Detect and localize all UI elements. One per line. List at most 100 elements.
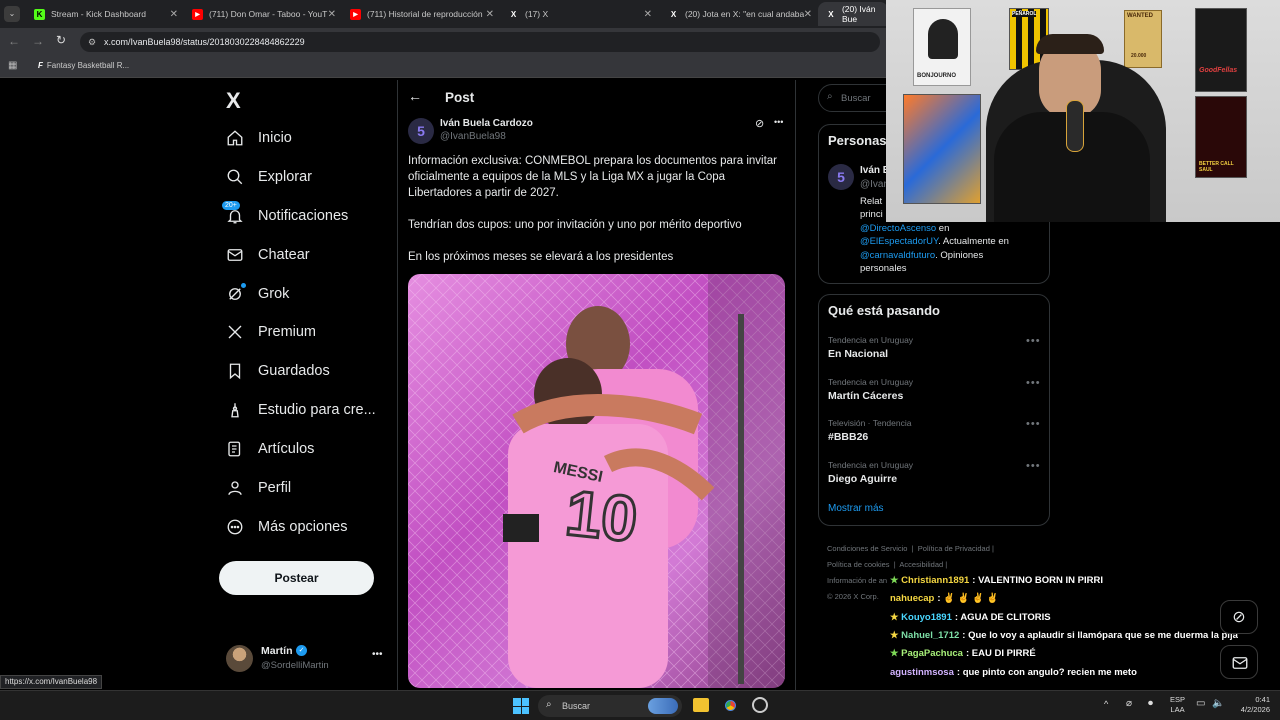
grok-explain-icon[interactable]: ⊘ <box>755 117 764 130</box>
close-icon[interactable]: ✕ <box>644 9 652 20</box>
lang-indicator[interactable]: ESP LAA <box>1170 695 1185 715</box>
tray-mic-icon[interactable]: ⏺ <box>1148 698 1153 709</box>
footer-link[interactable]: Accesibilidad <box>899 560 943 569</box>
footer-link[interactable]: Política de Privacidad <box>918 544 990 553</box>
tab-x-jota[interactable]: X (20) Jota en X: "en cual andaba ✕ <box>660 2 818 26</box>
tab-youtube-taboo[interactable]: ▶ (711) Don Omar - Taboo - YouT ✕ <box>184 2 342 26</box>
grok-float-button[interactable]: ⊘ <box>1220 600 1258 634</box>
chat-username: Christiann1891 <box>901 575 970 586</box>
bio-link[interactable]: @ElEspectadorUY <box>860 236 938 247</box>
article-icon <box>224 438 246 460</box>
postear-button[interactable]: Postear <box>219 561 374 595</box>
search-icon: ⌕ <box>546 699 552 710</box>
tray-network-icon[interactable]: ⌀ <box>1126 698 1132 709</box>
chat-text: ✌ ✌ ✌ ✌ <box>943 593 999 604</box>
relevant-handle[interactable]: @Ivan <box>860 179 889 190</box>
relevant-avatar[interactable]: 5 <box>828 164 854 190</box>
footer-link[interactable]: Política de cookies <box>827 560 890 569</box>
bio-line: @DirectoAscenso en <box>860 222 1045 235</box>
mail-icon <box>1232 657 1248 669</box>
file-explorer-icon[interactable] <box>693 698 709 712</box>
bookmark-fantasy[interactable]: F Fantasy Basketball R... <box>38 61 129 70</box>
footer-link[interactable]: Condiciones de Servicio <box>827 544 907 553</box>
forward-icon[interactable]: → <box>32 34 44 48</box>
reload-icon[interactable]: ↻ <box>56 33 66 47</box>
tray-volume-icon[interactable]: 🔈 <box>1212 698 1224 709</box>
bio-link[interactable]: @carnavaldfuturo <box>860 250 935 261</box>
close-icon[interactable]: ✕ <box>170 9 178 20</box>
poster-gta <box>903 94 981 204</box>
back-arrow-icon[interactable]: ← <box>408 88 422 104</box>
nav-guardados[interactable]: Guardados <box>224 357 330 385</box>
author-avatar[interactable]: 5 <box>408 118 434 144</box>
more-dots-icon[interactable]: ••• <box>1026 460 1041 472</box>
tab-search-dropdown[interactable]: ⌄ <box>4 6 20 22</box>
close-icon[interactable]: ✕ <box>486 9 494 20</box>
tray-chevron-icon[interactable]: ^ <box>1104 699 1108 709</box>
close-icon[interactable]: ✕ <box>328 9 336 20</box>
back-icon[interactable]: ← <box>8 34 20 48</box>
x-logo-icon[interactable]: X <box>226 88 241 114</box>
nav-perfil[interactable]: Perfil <box>224 474 291 502</box>
bio-link[interactable]: @DirectoAscenso <box>860 223 936 234</box>
messages-float-button[interactable] <box>1220 645 1258 679</box>
bio-line: personales <box>860 263 907 275</box>
nav-mas-opciones[interactable]: Más opciones <box>224 513 347 541</box>
more-dots-icon[interactable]: ••• <box>1026 418 1041 430</box>
account-switcher[interactable]: Martín ✓ @SordelliMartin ••• <box>226 643 386 675</box>
clock-date: 4/2/2026 <box>1240 705 1270 714</box>
youtube-icon: ▶ <box>192 8 203 20</box>
more-dots-icon[interactable]: ••• <box>774 117 783 127</box>
tab-kick-dashboard[interactable]: K Stream - Kick Dashboard ✕ <box>26 2 184 26</box>
search-highlight-image <box>648 698 678 714</box>
lang-layout: LAA <box>1170 705 1185 714</box>
chat-text: Que lo voy a aplaudir si llamópara que s… <box>968 630 1238 641</box>
nav-premium[interactable]: Premium <box>224 318 316 346</box>
nav-articulos[interactable]: Artículos <box>224 435 314 463</box>
clock[interactable]: 0:41 4/2/2026 <box>1232 695 1270 715</box>
more-dots-icon[interactable]: ••• <box>1026 335 1041 347</box>
poster-bonjourno: BONJOURNO <box>913 8 971 86</box>
clock-time: 0:41 <box>1255 695 1270 704</box>
tab-youtube-history[interactable]: ▶ (711) Historial de reproducción ✕ <box>342 2 500 26</box>
chat-text: que pinto con angulo? recien me meto <box>962 667 1137 678</box>
poster-text: BETTER CALL SAUL <box>1199 161 1234 173</box>
tab-label: (711) Historial de reproducción <box>367 9 483 19</box>
chat-message: ★ Christiann1891: VALENTINO BORN IN PIRR… <box>890 575 1104 586</box>
nav-label: Grok <box>258 286 290 302</box>
tab-x-ivan[interactable]: X (20) Iván Bue <box>818 2 888 26</box>
chat-username: Kouyo1891 <box>901 612 952 623</box>
nav-chatear[interactable]: Chatear <box>224 241 310 269</box>
nav-estudio[interactable]: Estudio para cre... <box>224 396 376 424</box>
nav-explorar[interactable]: Explorar <box>224 163 312 191</box>
search-placeholder: Buscar <box>841 93 871 104</box>
chat-message: ★ Nahuel_1712: Que lo voy a aplaudir si … <box>890 630 1238 641</box>
footer-link[interactable]: Información de an <box>827 576 887 585</box>
author-handle[interactable]: @IvanBuela98 <box>440 131 506 142</box>
more-dots-icon[interactable]: ••• <box>372 649 383 660</box>
close-icon[interactable]: ✕ <box>804 9 812 20</box>
bio-text: . Actualmente en <box>938 236 1009 248</box>
tab-label: Stream - Kick Dashboard <box>51 9 146 19</box>
home-icon <box>224 127 246 149</box>
nav-label: Inicio <box>258 130 292 146</box>
site-info-icon[interactable]: ⚙ <box>88 32 96 52</box>
apps-grid-icon[interactable]: ▦ <box>8 60 17 71</box>
chrome-icon[interactable] <box>722 697 739 714</box>
app-icon[interactable] <box>752 697 768 713</box>
tray-display-icon[interactable]: ▭ <box>1196 698 1205 709</box>
tab-x-home[interactable]: X (17) X ✕ <box>500 2 658 26</box>
author-name[interactable]: Iván Buela Cardozo <box>440 118 533 129</box>
taskbar-search[interactable]: ⌕ Buscar <box>538 695 682 717</box>
account-name: Martín <box>261 645 293 657</box>
url-field[interactable]: ⚙ x.com/IvanBuela98/status/2018030228484… <box>80 32 880 52</box>
nav-inicio[interactable]: Inicio <box>224 124 292 152</box>
bio-line: @ElEspectadorUY. Actualmente en <box>860 235 1045 248</box>
chat-star-icon: ★ <box>890 648 899 659</box>
windows-start-icon[interactable] <box>513 698 529 714</box>
nav-notificaciones[interactable]: 20+ Notificaciones <box>222 201 348 230</box>
tweet-image[interactable]: MESSI 10 <box>408 274 785 688</box>
nav-grok[interactable]: Grok <box>224 280 289 308</box>
show-more-link[interactable]: Mostrar más <box>828 503 884 514</box>
more-dots-icon[interactable]: ••• <box>1026 377 1041 389</box>
